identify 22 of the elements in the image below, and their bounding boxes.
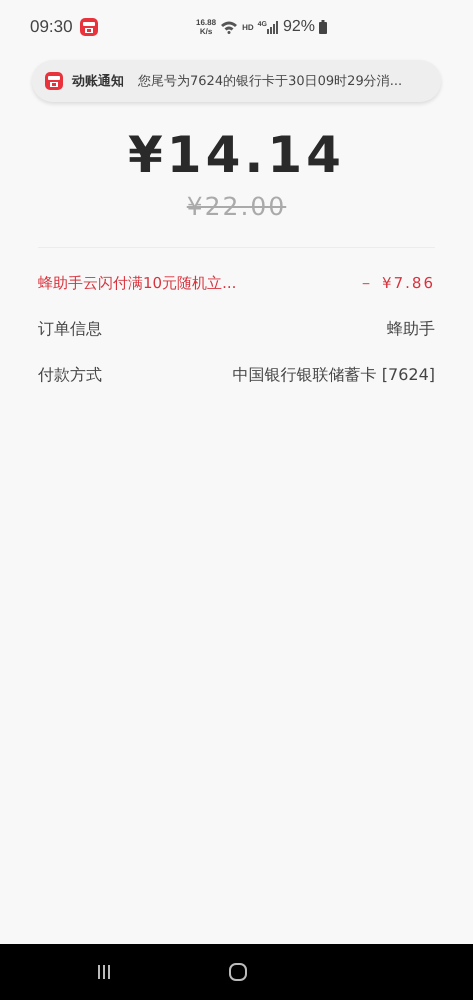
signal-icon bbox=[266, 20, 279, 34]
notification-title: 动账通知 bbox=[72, 73, 124, 90]
wifi-icon bbox=[220, 20, 238, 34]
payment-amount: ¥14.14 bbox=[128, 126, 345, 184]
notification-message: 您尾号为7624的银行卡于30日09时29分消... bbox=[138, 73, 402, 90]
clock: 09:30 bbox=[30, 17, 73, 37]
battery-level: 92% bbox=[282, 18, 315, 36]
original-amount: ¥22.00 bbox=[186, 192, 286, 221]
row-label: 付款方式 bbox=[38, 364, 102, 386]
battery-icon bbox=[319, 20, 327, 34]
discount-label: 蜂助手云闪付满10元随机立... bbox=[38, 274, 236, 292]
app-icon bbox=[44, 71, 64, 91]
hd-label: HD bbox=[242, 22, 254, 32]
recent-apps-icon[interactable] bbox=[96, 964, 112, 980]
row-label: 订单信息 bbox=[38, 318, 102, 340]
home-icon[interactable] bbox=[228, 962, 248, 982]
app-notification-icon bbox=[78, 17, 99, 37]
network-speed: 16.88 K/s bbox=[196, 18, 216, 36]
row-value: 蜂助手 bbox=[387, 318, 435, 340]
row-value: 中国银行银联储蓄卡 [7624] bbox=[232, 364, 435, 386]
notification-banner[interactable]: 动账通知 您尾号为7624的银行卡于30日09时29分消... bbox=[32, 60, 441, 102]
discount-value: － ¥7.86 bbox=[358, 274, 435, 292]
